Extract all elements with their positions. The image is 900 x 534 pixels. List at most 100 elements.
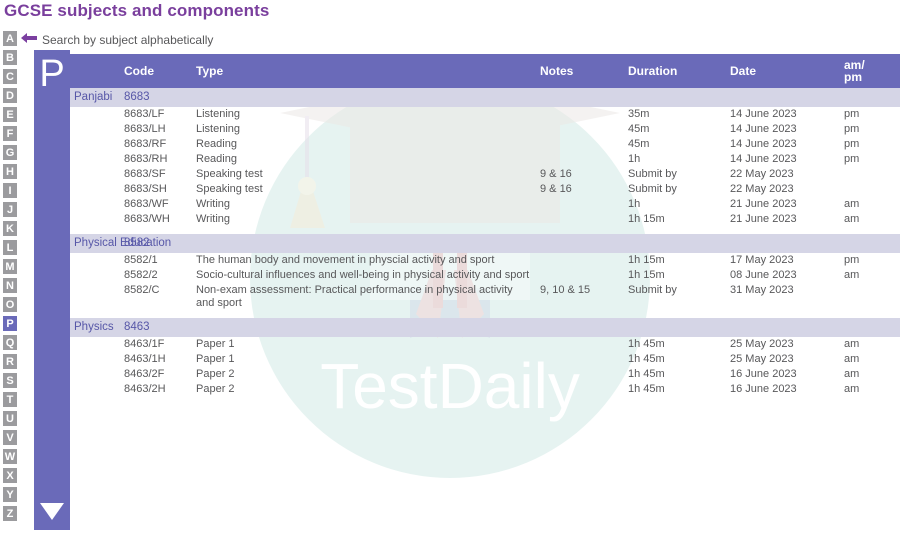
alpha-tile-e[interactable]: E bbox=[2, 106, 18, 123]
component-type: Paper 2 bbox=[196, 368, 235, 380]
component-row[interactable]: 8463/1F Paper 1 1h 45m 25 May 2023 am bbox=[70, 337, 900, 352]
component-type: Non-exam assessment: Practical performan… bbox=[196, 284, 513, 309]
component-ampm: am bbox=[844, 198, 860, 210]
alpha-tile-b[interactable]: B bbox=[2, 49, 18, 66]
alpha-tile-y[interactable]: Y bbox=[2, 486, 18, 503]
subject-name: Physics bbox=[70, 318, 118, 337]
alpha-tile-d[interactable]: D bbox=[2, 87, 18, 104]
alpha-tile-p[interactable]: P bbox=[2, 315, 18, 332]
component-row[interactable]: 8683/LH Listening 45m 14 June 2023 pm bbox=[70, 122, 900, 137]
component-row[interactable]: 8463/2F Paper 2 1h 45m 16 June 2023 am bbox=[70, 367, 900, 382]
component-code: 8683/WH bbox=[124, 213, 170, 225]
current-letter-panel: P bbox=[34, 50, 70, 530]
table-spacer-row bbox=[70, 311, 900, 318]
component-code: 8582/1 bbox=[124, 254, 158, 266]
component-notes bbox=[534, 382, 622, 397]
component-row[interactable]: 8683/SF Speaking test 9 & 16 Submit by 22 Ma… bbox=[70, 167, 900, 182]
component-date: 21 June 2023 bbox=[730, 213, 797, 225]
component-type: Speaking test bbox=[196, 183, 263, 195]
alpha-tile-n[interactable]: N bbox=[2, 277, 18, 294]
col-header-notes[interactable]: Notes bbox=[534, 54, 622, 88]
component-type: Reading bbox=[196, 138, 237, 150]
component-row[interactable]: 8683/WF Writing 1h 21 June 2023 am bbox=[70, 197, 900, 212]
component-ampm: pm bbox=[844, 153, 860, 165]
alpha-tile-g[interactable]: G bbox=[2, 144, 18, 161]
col-header-code[interactable]: Code bbox=[118, 54, 190, 88]
alpha-tile-s[interactable]: S bbox=[2, 372, 18, 389]
component-type: Speaking test bbox=[196, 168, 263, 180]
component-ampm bbox=[838, 283, 900, 311]
alpha-tile-q[interactable]: Q bbox=[2, 334, 18, 351]
subject-row[interactable]: Physical Education8582 bbox=[70, 234, 900, 253]
alpha-tile-u[interactable]: U bbox=[2, 410, 18, 427]
alpha-tile-l[interactable]: L bbox=[2, 239, 18, 256]
component-spacer bbox=[70, 253, 118, 268]
component-row[interactable]: 8463/1H Paper 1 1h 45m 25 May 2023 am bbox=[70, 352, 900, 367]
component-code: 8582/2 bbox=[124, 269, 158, 281]
component-notes: 9, 10 & 15 bbox=[540, 284, 591, 296]
component-row[interactable]: 8582/1 The human body and movement in phy… bbox=[70, 253, 900, 268]
component-notes: 9 & 16 bbox=[540, 183, 572, 195]
col-header-ampm[interactable]: am/ pm bbox=[838, 54, 900, 88]
subject-row[interactable]: Physics 8463 bbox=[70, 318, 900, 337]
alpha-tile-r[interactable]: R bbox=[2, 353, 18, 370]
component-date: 22 May 2023 bbox=[730, 168, 794, 180]
alpha-tile-v[interactable]: V bbox=[2, 429, 18, 446]
alphabet-rail[interactable]: ABCDEFGHIJKLMNOPQRSTUVWXYZ bbox=[2, 30, 19, 522]
col-header-date[interactable]: Date bbox=[724, 54, 838, 88]
alpha-tile-o[interactable]: O bbox=[2, 296, 18, 313]
component-row[interactable]: 8683/RF Reading 45m 14 June 2023 pm bbox=[70, 137, 900, 152]
table-head: Code Type Notes Duration Date am/ pm bbox=[70, 54, 900, 88]
subject-name: Physical Education bbox=[70, 234, 171, 253]
alpha-tile-a[interactable]: A bbox=[2, 30, 18, 47]
component-date: 14 June 2023 bbox=[730, 153, 797, 165]
triangle-down-icon[interactable] bbox=[40, 503, 64, 520]
col-header-duration[interactable]: Duration bbox=[622, 54, 724, 88]
col-header-ampm-line2: pm bbox=[844, 70, 862, 84]
alpha-tile-k[interactable]: K bbox=[2, 220, 18, 237]
component-code: 8683/LH bbox=[124, 123, 166, 135]
component-duration: 1h bbox=[628, 198, 641, 210]
component-type: Listening bbox=[196, 123, 241, 135]
alpha-tile-c[interactable]: C bbox=[2, 68, 18, 85]
component-spacer bbox=[70, 167, 118, 182]
alpha-tile-i[interactable]: I bbox=[2, 182, 18, 199]
component-row[interactable]: 8683/WH Writing 1h 15m 21 June 2023 am bbox=[70, 212, 900, 227]
col-header-subject[interactable] bbox=[70, 54, 118, 88]
component-spacer bbox=[70, 197, 118, 212]
component-date: 31 May 2023 bbox=[730, 284, 794, 296]
subject-row-filler bbox=[190, 318, 900, 337]
alpha-tile-t[interactable]: T bbox=[2, 391, 18, 408]
alpha-tile-m[interactable]: M bbox=[2, 258, 18, 275]
subject-code: 8683 bbox=[118, 88, 190, 107]
alpha-tile-h[interactable]: H bbox=[2, 163, 18, 180]
component-row[interactable]: 8683/LF Listening 35m 14 June 2023 pm bbox=[70, 107, 900, 122]
component-row[interactable]: 8463/2H Paper 2 1h 45m 16 June 2023 am bbox=[70, 382, 900, 397]
component-ampm: am bbox=[844, 383, 860, 395]
component-row[interactable]: 8582/2 Socio-cultural influences and well… bbox=[70, 268, 900, 283]
alpha-tile-z[interactable]: Z bbox=[2, 505, 18, 522]
alpha-tile-j[interactable]: J bbox=[2, 201, 18, 218]
alpha-tile-w[interactable]: W bbox=[2, 448, 18, 465]
component-spacer bbox=[70, 382, 118, 397]
component-row[interactable]: 8683/SH Speaking test 9 & 16 Submit by 22 Ma… bbox=[70, 182, 900, 197]
subject-row[interactable]: Panjabi 8683 bbox=[70, 88, 900, 107]
component-ampm: am bbox=[844, 213, 860, 225]
component-notes bbox=[534, 367, 622, 382]
component-notes bbox=[534, 212, 622, 227]
component-spacer bbox=[70, 107, 118, 122]
component-code: 8683/RF bbox=[124, 138, 167, 150]
component-ampm: am bbox=[844, 353, 860, 365]
col-header-type[interactable]: Type bbox=[190, 54, 534, 88]
page-root: TestDaily GCSE subjects and components S… bbox=[0, 0, 900, 534]
component-duration: 1h bbox=[628, 153, 641, 165]
component-date: 08 June 2023 bbox=[730, 269, 797, 281]
component-type: Paper 1 bbox=[196, 353, 235, 365]
component-notes bbox=[534, 337, 622, 352]
alpha-tile-x[interactable]: X bbox=[2, 467, 18, 484]
component-code: 8683/WF bbox=[124, 198, 169, 210]
alpha-tile-f[interactable]: F bbox=[2, 125, 18, 142]
component-row[interactable]: 8683/RH Reading 1h 14 June 2023 pm bbox=[70, 152, 900, 167]
component-row[interactable]: 8582/C Non-exam assessment: Practical per… bbox=[70, 283, 900, 311]
subject-code: 8463 bbox=[118, 318, 190, 337]
